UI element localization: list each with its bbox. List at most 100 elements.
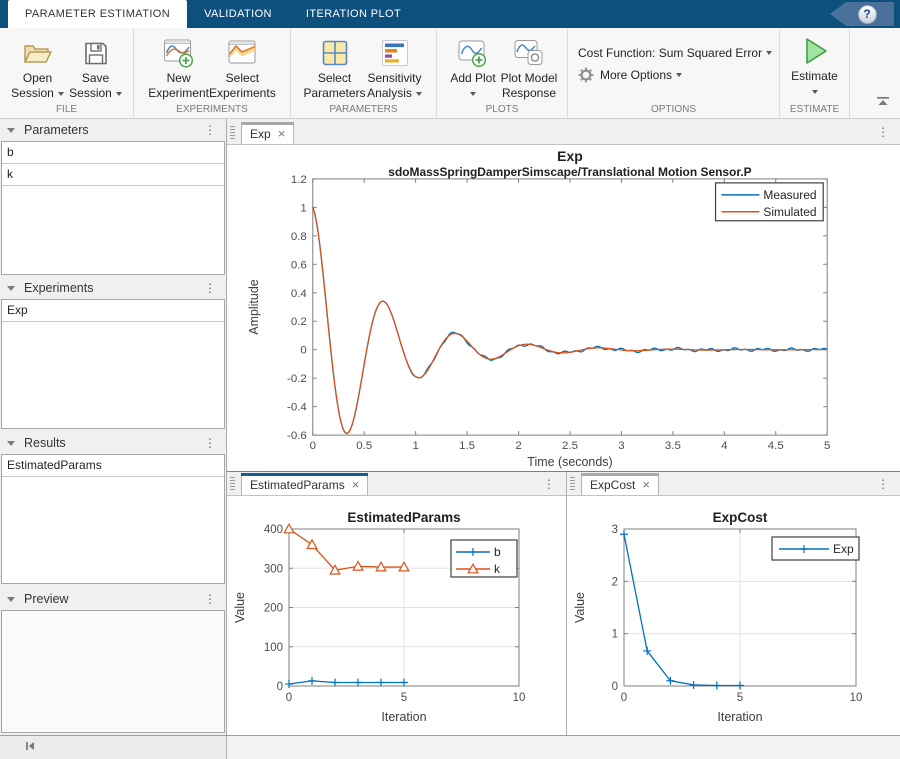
open-session-button[interactable]: Open Session (9, 28, 67, 101)
svg-text:Value: Value (233, 592, 247, 623)
new-experiment-button[interactable]: New Experiment (148, 28, 209, 101)
collapse-triangle-icon[interactable] (7, 286, 15, 291)
kebab-menu-icon[interactable]: ⋮ (201, 437, 219, 449)
svg-text:300: 300 (264, 563, 283, 575)
svg-text:Time (seconds): Time (seconds) (527, 455, 612, 469)
status-bar-left (0, 736, 227, 759)
svg-text:1.5: 1.5 (459, 440, 475, 452)
select-parameters-icon (320, 35, 350, 71)
kebab-menu-icon[interactable]: ⋮ (201, 282, 219, 294)
svg-text:0.8: 0.8 (291, 231, 307, 243)
preview-panel-header: Preview ⋮ (0, 588, 226, 610)
svg-text:-0.2: -0.2 (287, 373, 307, 385)
select-experiments-button[interactable]: Select Experiments (209, 28, 276, 101)
kebab-menu-icon[interactable]: ⋮ (874, 478, 892, 490)
svg-text:Exp: Exp (557, 148, 583, 164)
close-icon[interactable]: × (352, 479, 360, 491)
exp-chart[interactable]: 00.511.522.533.544.55-0.6-0.4-0.200.20.4… (227, 145, 899, 471)
tab-expcost[interactable]: ExpCost × (581, 473, 659, 495)
tab-parameter-estimation[interactable]: PARAMETER ESTIMATION (8, 0, 187, 28)
svg-text:1: 1 (612, 629, 618, 641)
svg-text:1: 1 (300, 202, 306, 214)
kebab-menu-icon[interactable]: ⋮ (874, 126, 892, 138)
svg-text:3.5: 3.5 (665, 440, 681, 452)
tab-validation[interactable]: VALIDATION (187, 0, 289, 28)
group-label-experiments: EXPERIMENTS (134, 103, 290, 118)
preview-panel-title: Preview (24, 592, 201, 606)
drag-grip-icon[interactable] (230, 126, 235, 139)
svg-text:ExpCost: ExpCost (713, 510, 768, 525)
svg-text:-0.6: -0.6 (287, 430, 307, 442)
group-label-options: OPTIONS (568, 103, 779, 118)
svg-text:Iteration: Iteration (381, 710, 426, 724)
status-bar-right (227, 736, 900, 759)
group-label-estimate: ESTIMATE (780, 103, 849, 118)
cost-function-dropdown[interactable]: Cost Function: Sum Squared Error (578, 42, 772, 64)
list-item[interactable]: EstimatedParams (2, 455, 224, 477)
select-parameters-button[interactable]: Select Parameters (303, 28, 365, 101)
exp-document: Exp × ⋮ 00.511.522.533.544.55-0.6-0.4-0.… (227, 119, 900, 472)
svg-text:-0.4: -0.4 (287, 402, 307, 414)
add-plot-button[interactable]: Add Plot (446, 28, 500, 101)
estimatedparams-chart[interactable]: 05100100200300400EstimatedParamsIteratio… (227, 496, 566, 733)
save-session-button[interactable]: Save Session (67, 28, 125, 101)
content-area: Parameters ⋮ b k Experiments ⋮ Exp Resul… (0, 119, 900, 735)
svg-text:10: 10 (850, 692, 863, 704)
save-icon (83, 35, 109, 71)
expcost-chart[interactable]: 05100123ExpCostIterationValueExp (567, 496, 899, 733)
kebab-menu-icon[interactable]: ⋮ (540, 478, 558, 490)
svg-text:4: 4 (721, 440, 728, 452)
kebab-menu-icon[interactable]: ⋮ (201, 124, 219, 136)
svg-text:0.2: 0.2 (291, 316, 307, 328)
svg-text:0: 0 (621, 692, 627, 704)
exp-tabbar: Exp × ⋮ (227, 119, 900, 145)
svg-text:Measured: Measured (763, 188, 816, 202)
collapse-triangle-icon[interactable] (7, 441, 15, 446)
sensitivity-analysis-icon (380, 35, 410, 71)
chevron-down-icon (116, 92, 122, 96)
svg-text:5: 5 (737, 692, 743, 704)
plot-area: Exp × ⋮ 00.511.522.533.544.55-0.6-0.4-0.… (227, 119, 900, 735)
list-item[interactable]: k (2, 164, 224, 186)
drag-grip-icon[interactable] (570, 477, 575, 490)
tab-estimatedparams[interactable]: EstimatedParams × (241, 473, 368, 495)
svg-text:0: 0 (612, 681, 618, 693)
svg-text:0: 0 (310, 440, 316, 452)
close-icon[interactable]: × (642, 479, 650, 491)
list-item[interactable]: Exp (2, 300, 224, 322)
expcost-document: ExpCost × ⋮ 05100123ExpCostIterationValu… (567, 472, 900, 735)
help-icon[interactable]: ? (858, 5, 877, 24)
svg-text:EstimatedParams: EstimatedParams (347, 510, 460, 525)
tab-iteration-plot[interactable]: ITERATION PLOT (289, 0, 418, 28)
tab-exp[interactable]: Exp × (241, 122, 294, 144)
svg-text:5: 5 (401, 692, 407, 704)
group-label-file: FILE (0, 103, 133, 118)
estimate-button[interactable]: Estimate (785, 28, 845, 99)
chevron-down-icon (812, 90, 818, 94)
list-item[interactable]: b (2, 142, 224, 164)
kebab-menu-icon[interactable]: ⋮ (201, 593, 219, 605)
more-options-dropdown[interactable]: More Options (578, 64, 682, 86)
collapse-triangle-icon[interactable] (7, 597, 15, 602)
chevron-down-icon (676, 73, 682, 77)
sidebar: Parameters ⋮ b k Experiments ⋮ Exp Resul… (0, 119, 227, 735)
results-panel-header: Results ⋮ (0, 432, 226, 454)
svg-text:Simulated: Simulated (763, 205, 816, 219)
sensitivity-analysis-button[interactable]: Sensitivity Analysis (366, 28, 424, 101)
drag-grip-icon[interactable] (230, 477, 235, 490)
help-chevron: ? (830, 2, 894, 26)
collapse-triangle-icon[interactable] (7, 128, 15, 133)
estimatedparams-document: EstimatedParams × ⋮ 05100100200300400Est… (227, 472, 567, 735)
svg-text:0: 0 (300, 345, 306, 357)
group-label-plots: PLOTS (437, 103, 567, 118)
estimatedparams-tabbar: EstimatedParams × ⋮ (227, 472, 566, 496)
close-icon[interactable]: × (278, 128, 286, 140)
experiments-panel-header: Experiments ⋮ (0, 277, 226, 299)
plot-model-response-button[interactable]: Plot Model Response (500, 28, 558, 101)
svg-text:10: 10 (513, 692, 526, 704)
svg-text:sdoMassSpringDamperSimscape/Tr: sdoMassSpringDamperSimscape/Translationa… (388, 165, 751, 179)
collapse-ribbon-icon[interactable] (876, 94, 890, 112)
parameters-panel-header: Parameters ⋮ (0, 119, 226, 141)
collapse-sidebar-icon[interactable] (24, 739, 36, 757)
svg-text:Amplitude: Amplitude (247, 279, 261, 334)
